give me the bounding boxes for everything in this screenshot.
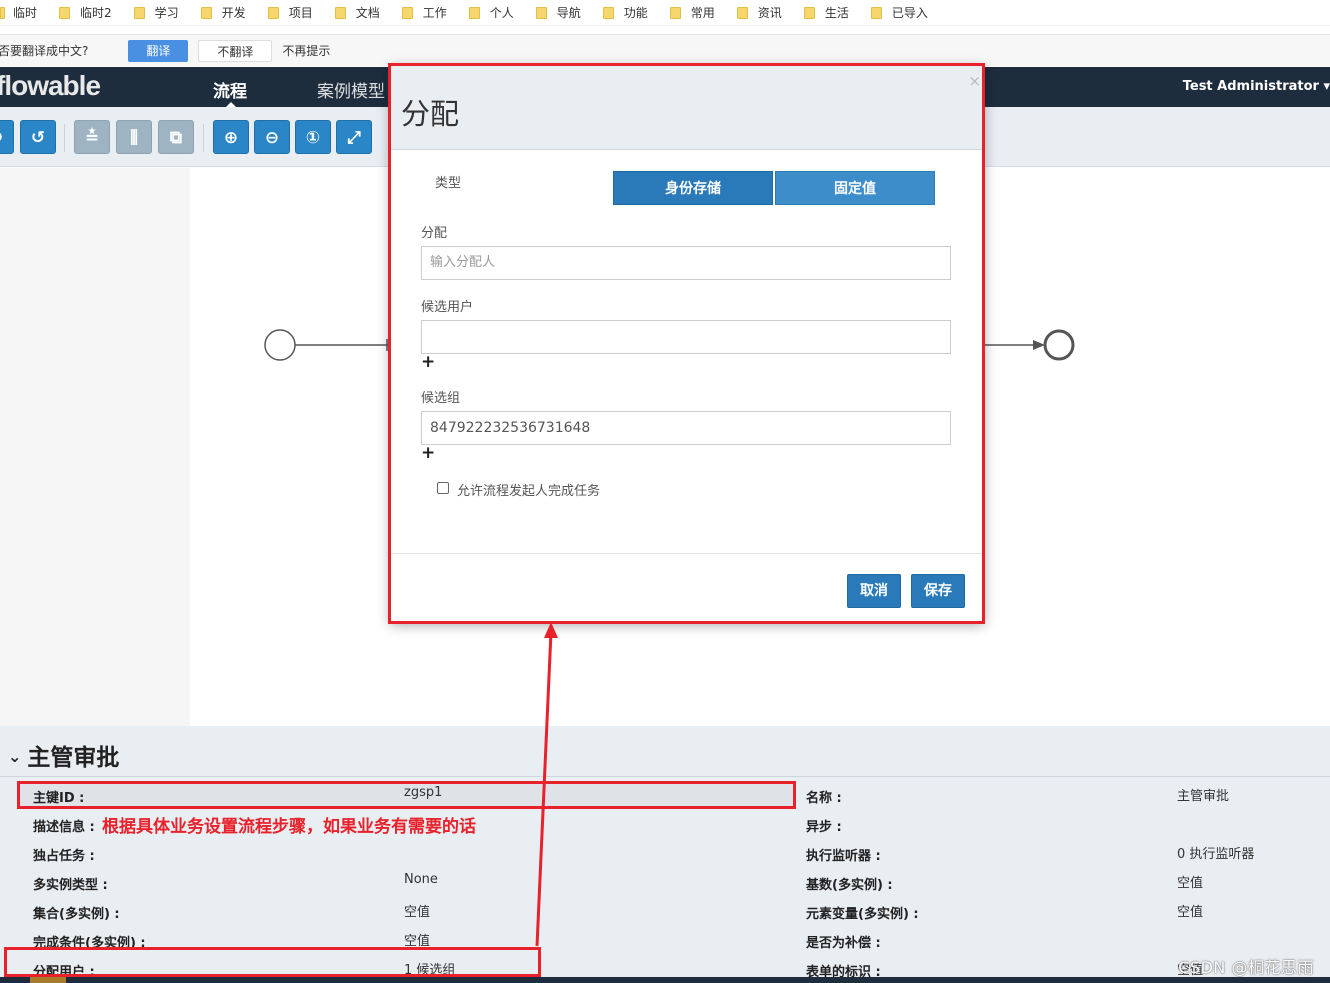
arrow-head	[544, 622, 558, 638]
arrow-shaft	[535, 631, 553, 947]
annotation-arrow	[535, 622, 558, 947]
